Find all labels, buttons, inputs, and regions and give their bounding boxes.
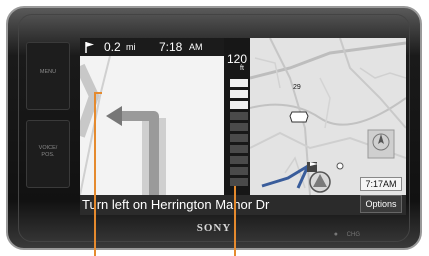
menu-button[interactable]: MENU [26, 42, 70, 110]
meter-segment [230, 167, 248, 175]
voice-pos-label-top: VOICE/ [38, 145, 58, 151]
map-view[interactable] [250, 38, 406, 195]
eta-period: AM [189, 42, 203, 52]
destination-flag-icon [307, 162, 318, 172]
callout-line-right [234, 186, 236, 256]
route-shield-icon [289, 111, 309, 123]
trip-info-bar: 0.2 mi 7:18 AM [80, 38, 224, 56]
meter-segment [230, 123, 248, 131]
distance-unit: mi [126, 42, 136, 52]
voice-pos-button[interactable]: VOICE/ POS. [26, 120, 70, 188]
compass-icon [367, 129, 395, 159]
signal-meter: 120 ft [224, 38, 250, 195]
speed-limit-value: 120 [227, 52, 248, 66]
callout-line-left [94, 92, 96, 256]
callout-line-left-hook [94, 92, 102, 94]
meter-segment [230, 112, 248, 120]
options-button[interactable]: Options [360, 195, 402, 213]
meter-segment [230, 156, 248, 164]
eta-time: 7:18 [159, 40, 183, 54]
nav-screen[interactable]: 0.2 mi 7:18 AM 120 ft 29 7:17AM Turn lef… [80, 38, 406, 215]
charge-label: CHG [346, 232, 360, 238]
meter-segment [230, 134, 248, 142]
vehicle-position-icon [309, 171, 331, 193]
power-indicator: ● [333, 231, 338, 238]
turn-panel [80, 56, 224, 195]
meter-segment [230, 90, 248, 98]
instruction-bar: Turn left on Herrington Manor Dr Options [80, 195, 406, 215]
route-shield-number: 29 [293, 84, 301, 91]
menu-button-label: MENU [39, 69, 57, 75]
speed-unit: ft [240, 65, 244, 72]
meter-segment [230, 101, 248, 109]
voice-pos-label-bottom: POS. [41, 152, 55, 158]
meter-segment [230, 79, 248, 87]
turn-instruction: Turn left on Herrington Manor Dr [82, 197, 270, 212]
flag-icon [85, 42, 94, 53]
meter-segment [230, 145, 248, 153]
distance-value: 0.2 [104, 40, 121, 54]
clock-display: 7:17AM [360, 177, 402, 191]
meter-segment [230, 178, 248, 186]
